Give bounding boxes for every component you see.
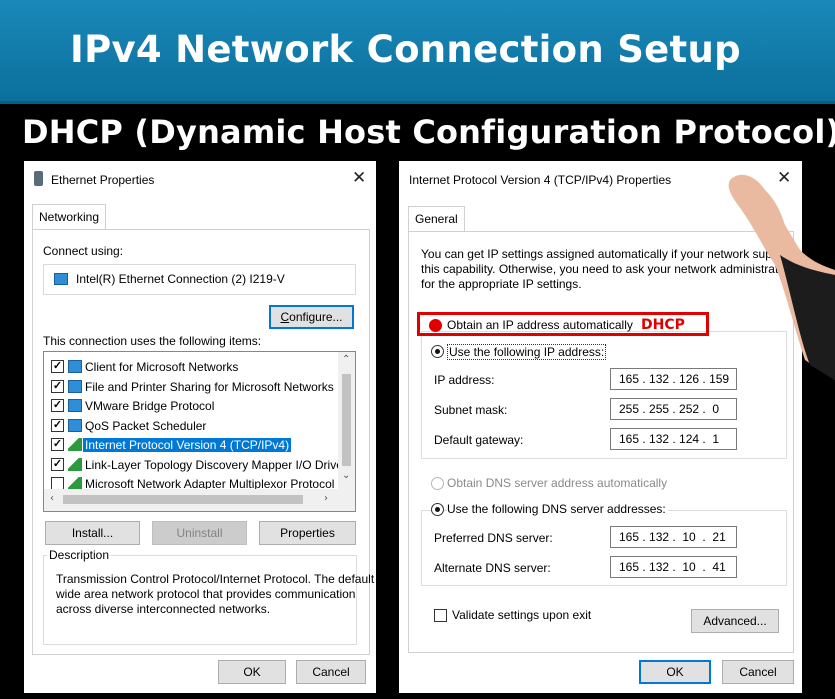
item-label: File and Printer Sharing for Microsoft N… xyxy=(85,379,334,394)
scroll-down-icon[interactable]: ⌄ xyxy=(342,470,350,481)
scroll-thumb[interactable] xyxy=(342,374,351,466)
list-item[interactable]: ✓ VMware Bridge Protocol xyxy=(44,396,334,416)
vertical-scrollbar[interactable]: ⌃ ⌄ xyxy=(338,352,355,490)
obtain-ip-auto-label: Obtain an IP address automatically xyxy=(447,318,633,332)
subnet-mask-field[interactable]: 255 . 255 . 252 . 0 xyxy=(610,398,737,420)
item-label: Client for Microsoft Networks xyxy=(85,360,239,374)
validate-checkbox[interactable] xyxy=(434,609,447,622)
list-item[interactable]: ✓ QoS Packet Scheduler xyxy=(44,416,334,436)
scroll-right-icon[interactable]: › xyxy=(324,493,328,504)
ethernet-icon xyxy=(34,171,43,186)
item-checkbox[interactable]: ✓ xyxy=(51,418,64,432)
adapter-box: Intel(R) Ethernet Connection (2) I219-V xyxy=(43,264,356,295)
ethernet-properties-window: Ethernet Properties ✕ Networking Connect… xyxy=(24,161,376,693)
network-icon xyxy=(68,399,82,412)
alternate-dns-field[interactable]: 165 . 132 . 10 . 41 xyxy=(610,556,737,578)
network-icon xyxy=(68,379,82,393)
description-label: Description xyxy=(47,548,112,562)
scroll-up-icon[interactable]: ⌃ xyxy=(342,354,350,365)
networking-pane: Connect using: Intel(R) Ethernet Connect… xyxy=(32,229,374,655)
list-item[interactable]: ✓ Link-Layer Topology Discovery Mapper I/… xyxy=(44,455,347,475)
preferred-dns-field[interactable]: 165 . 132 . 10 . 21 xyxy=(610,526,737,548)
configure-button-label: onfigure... xyxy=(289,310,343,324)
network-icon xyxy=(68,418,82,432)
item-checkbox[interactable]: ✓ xyxy=(51,457,64,471)
item-label: VMware Bridge Protocol xyxy=(85,399,215,413)
items-label: This connection uses the following items… xyxy=(43,334,262,348)
protocol-icon xyxy=(68,457,82,471)
list-item[interactable]: ✓ File and Printer Sharing for Microsoft … xyxy=(44,377,334,397)
scroll-thumb-horizontal[interactable] xyxy=(63,495,303,504)
window-title: Ethernet Properties xyxy=(51,173,155,187)
default-gateway-field[interactable]: 165 . 132 . 124 . 1 xyxy=(610,428,737,450)
protocol-icon xyxy=(68,438,82,451)
cancel-button[interactable]: Cancel xyxy=(296,660,366,684)
slide-subtitle: DHCP (Dynamic Host Configuration Protoco… xyxy=(22,113,835,151)
validate-label: Validate settings upon exit xyxy=(452,608,592,622)
list-item[interactable]: ✓ Internet Protocol Version 4 (TCP/IPv4) xyxy=(44,435,334,455)
use-following-ip-radio[interactable] xyxy=(431,345,444,358)
use-following-ip-label: Use the following IP address: xyxy=(447,344,607,360)
configure-button[interactable]: Configure... xyxy=(269,305,354,329)
cancel-button[interactable]: Cancel xyxy=(722,660,794,684)
window-title: Internet Protocol Version 4 (TCP/IPv4) P… xyxy=(409,173,672,187)
ok-button[interactable]: OK xyxy=(639,660,711,684)
intro-line: for the appropriate IP settings. xyxy=(421,277,582,291)
item-label: QoS Packet Scheduler xyxy=(85,418,207,433)
ip-address-field[interactable]: 165 . 132 . 126 . 159 xyxy=(610,368,737,390)
install-button[interactable]: Install... xyxy=(45,521,140,545)
dhcp-tag: DHCP xyxy=(641,317,685,333)
item-checkbox[interactable]: ✓ xyxy=(51,438,64,451)
description-line: wide area network protocol that provides… xyxy=(56,587,356,601)
tab-general[interactable]: General xyxy=(408,206,465,231)
items-list[interactable]: ✓ Client for Microsoft Networks ✓ File and … xyxy=(43,351,356,512)
default-gateway-label: Default gateway: xyxy=(434,433,524,447)
item-checkbox[interactable]: ✓ xyxy=(51,399,64,412)
use-following-dns-radio[interactable] xyxy=(431,503,444,516)
network-adapter-icon xyxy=(54,273,68,285)
tab-networking[interactable]: Networking xyxy=(32,204,107,229)
obtain-ip-auto-radio[interactable] xyxy=(429,319,442,332)
item-label: Internet Protocol Version 4 (TCP/IPv4) xyxy=(83,438,292,452)
item-checkbox[interactable]: ✓ xyxy=(51,360,64,373)
description-line: across diverse interconnected networks. xyxy=(56,602,271,616)
uninstall-button[interactable]: Uninstall xyxy=(152,521,247,545)
connect-using-label: Connect using: xyxy=(43,244,124,258)
advanced-button[interactable]: Advanced... xyxy=(691,609,779,633)
close-icon[interactable]: ✕ xyxy=(352,168,366,188)
presenter-hand-image xyxy=(728,174,835,380)
ip-address-label: IP address: xyxy=(434,373,495,387)
subnet-mask-label: Subnet mask: xyxy=(434,403,508,417)
slide-title: IPv4 Network Connection Setup xyxy=(70,28,741,71)
alternate-dns-label: Alternate DNS server: xyxy=(434,561,551,575)
item-checkbox[interactable]: ✓ xyxy=(51,379,64,393)
properties-button[interactable]: Properties xyxy=(259,521,356,545)
adapter-name: Intel(R) Ethernet Connection (2) I219-V xyxy=(76,272,285,286)
use-following-dns-label: Use the following DNS server addresses: xyxy=(447,502,668,516)
title-bar: Ethernet Properties ✕ xyxy=(24,161,376,195)
horizontal-scrollbar[interactable]: ‹ › xyxy=(44,489,355,511)
scroll-left-icon[interactable]: ‹ xyxy=(50,493,54,504)
slide-banner: IPv4 Network Connection Setup xyxy=(0,0,835,104)
network-icon xyxy=(68,360,82,373)
ok-button[interactable]: OK xyxy=(218,660,286,684)
obtain-dns-auto-label: Obtain DNS server address automatically xyxy=(447,476,668,490)
list-item[interactable]: ✓ Client for Microsoft Networks xyxy=(44,357,334,377)
preferred-dns-label: Preferred DNS server: xyxy=(434,531,553,545)
description-line: Transmission Control Protocol/Internet P… xyxy=(56,572,375,586)
item-label: Link-Layer Topology Discovery Mapper I/O… xyxy=(85,457,347,472)
obtain-dns-auto-radio[interactable] xyxy=(431,477,444,490)
